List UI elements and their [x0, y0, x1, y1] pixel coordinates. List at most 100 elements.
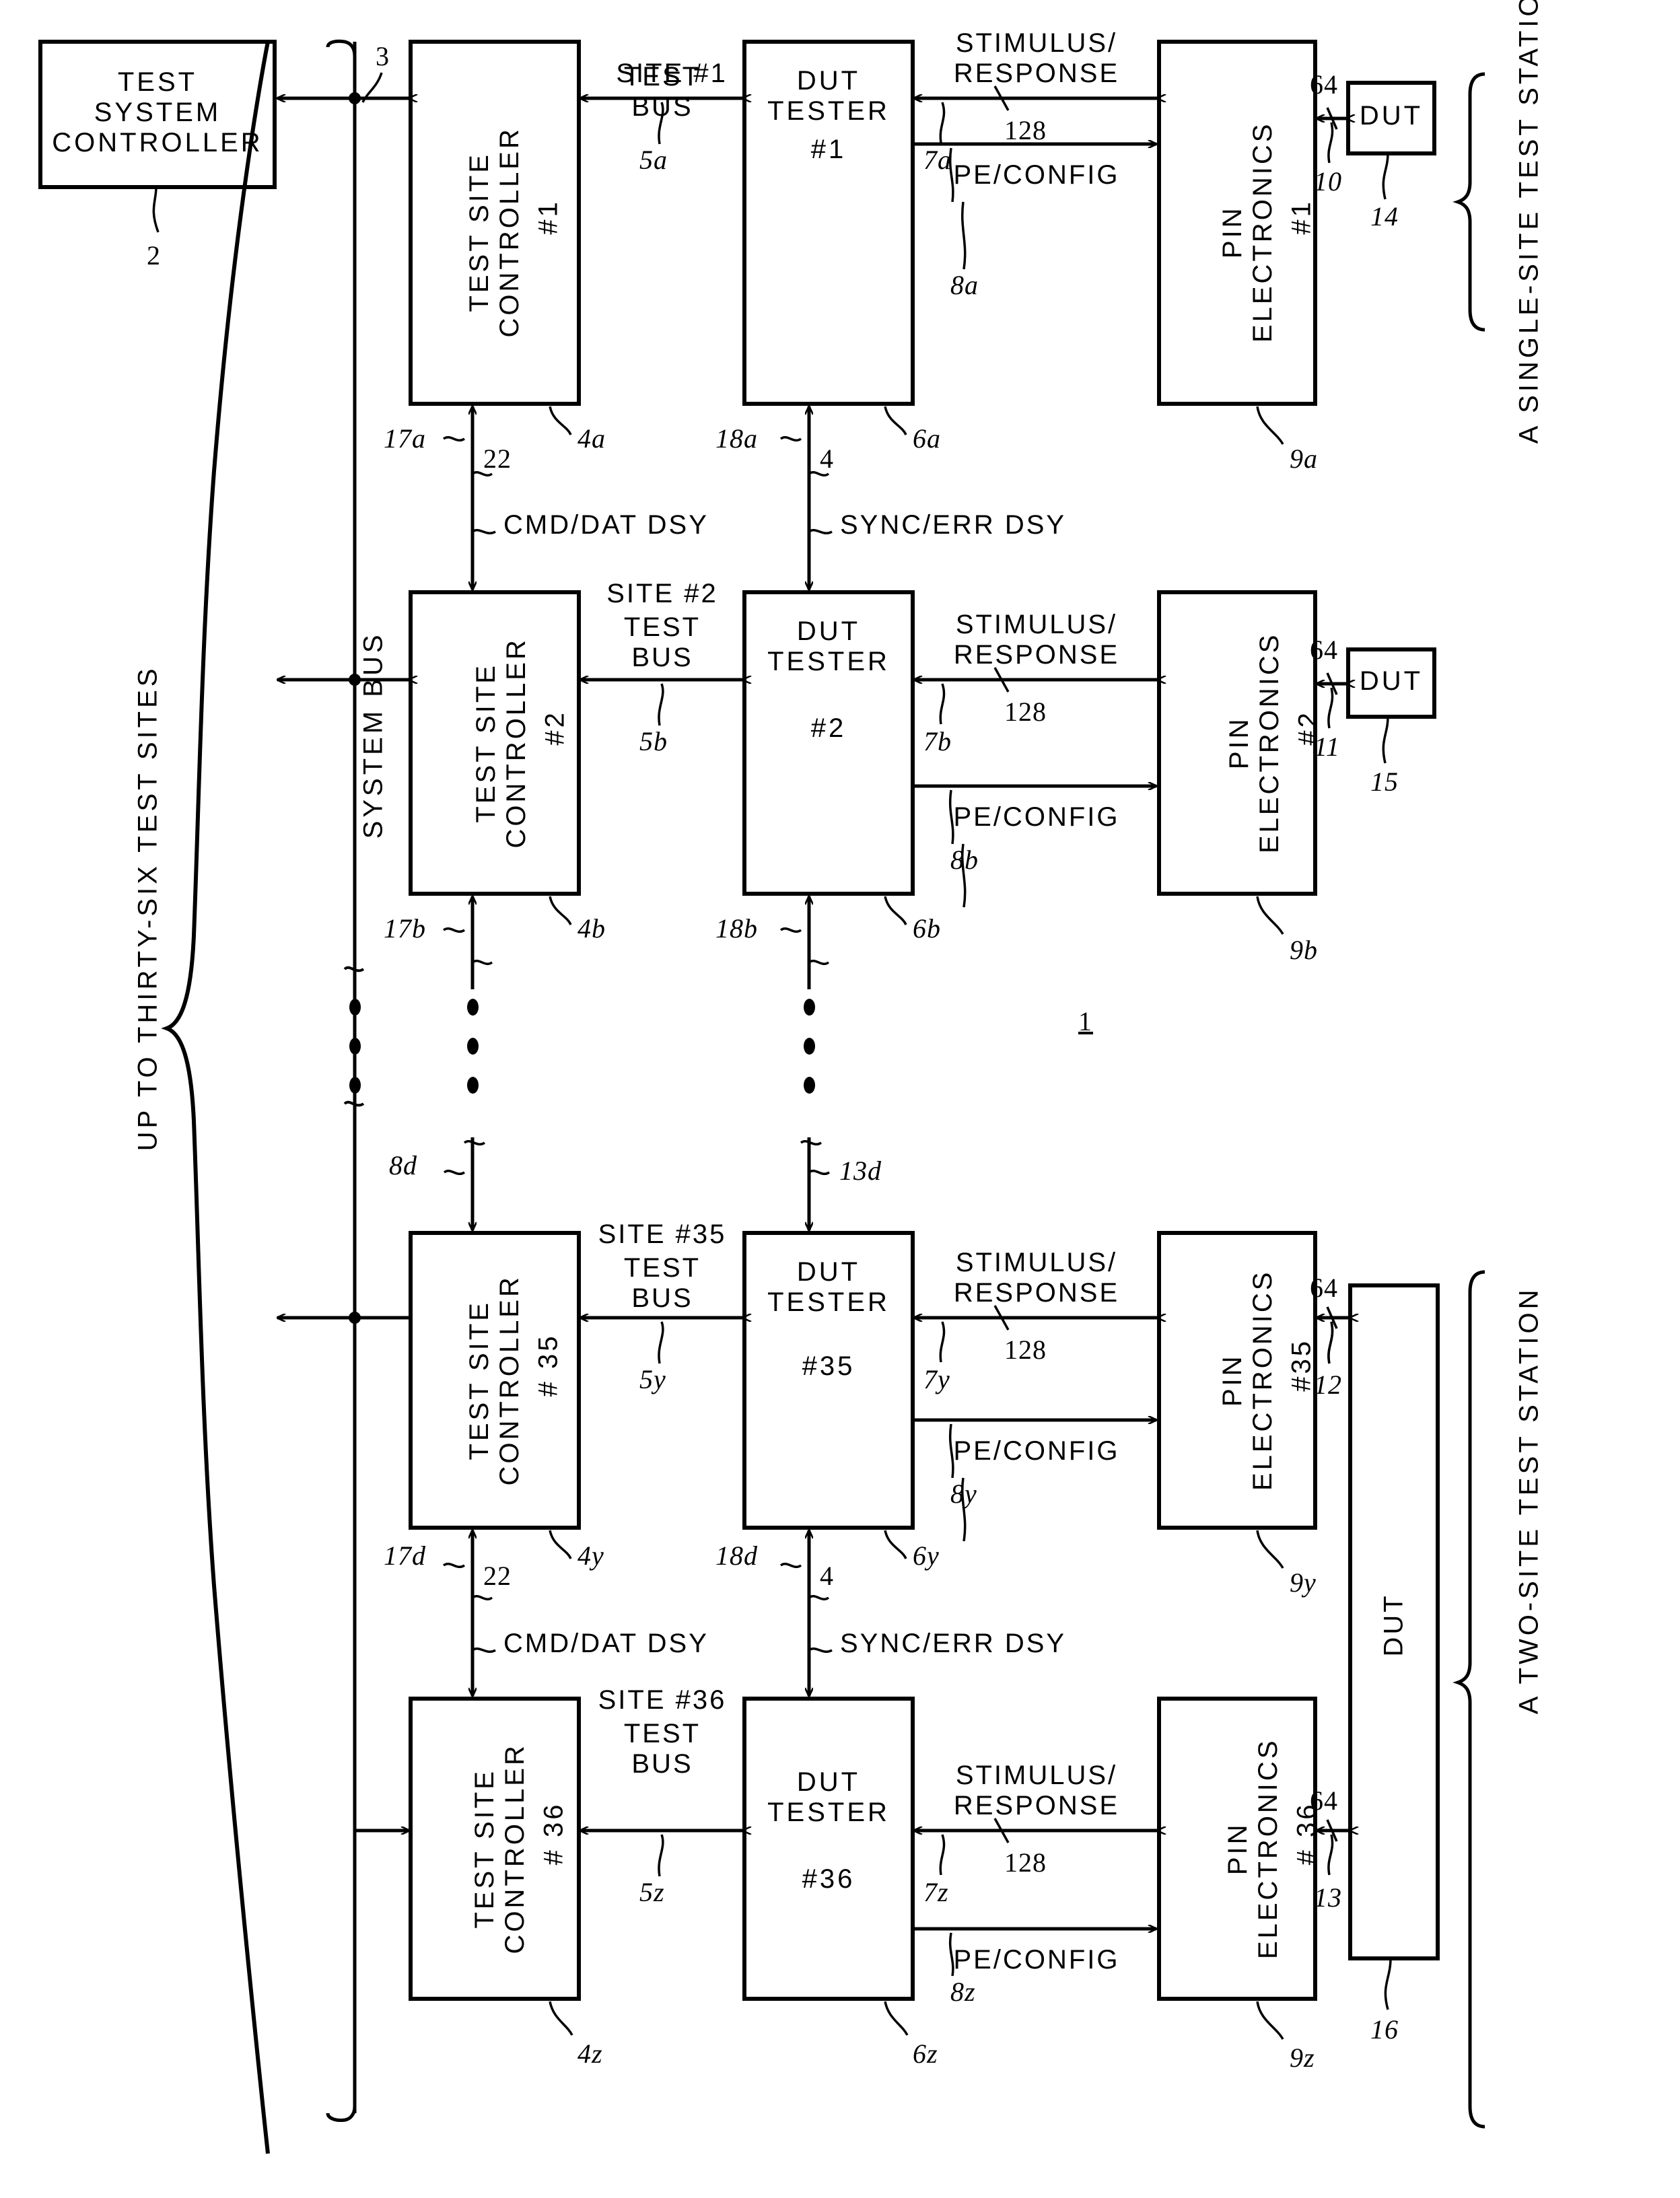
row-2-tester-ref: 6y — [913, 1540, 940, 1571]
row-1-pe-number: #2 — [1293, 710, 1323, 746]
row-1-dut-link-ref: 11 — [1314, 732, 1341, 762]
row-2-stimulus-ref: 7y — [923, 1364, 950, 1394]
row-3-stimulus-ref: 7z — [923, 1877, 949, 1907]
row-1-tester-number: #2 — [810, 713, 847, 743]
row-1-tester-label: DUT TESTER — [767, 616, 890, 676]
row-1-controller-ref: 4b — [578, 913, 606, 944]
row-2-cmd-dat-ref: 22 — [483, 1561, 512, 1591]
row-0-tester-number: #1 — [810, 135, 847, 164]
row-2-controller-label: TEST SITE CONTROLLER — [464, 1275, 524, 1486]
row-2-test-bus-ref: 5y — [639, 1364, 666, 1394]
row-3-test-bus-ref: 5z — [639, 1877, 665, 1907]
row-1-test-bus-text: TEST BUS — [623, 612, 701, 672]
row-0-cmd-dat-dsy: CMD/DAT DSY — [503, 510, 709, 540]
row-2-stimulus-width: 128 — [1004, 1335, 1047, 1365]
row-3-test-bus-text: TEST BUS — [623, 1719, 701, 1779]
ellipsis-system-bus — [349, 999, 361, 1116]
shared-dut-ref: 16 — [1370, 2014, 1399, 2045]
row-1-pe-config-label: PE/CONFIG — [953, 802, 1120, 832]
figure-number: 1 — [1078, 1006, 1093, 1036]
row-1-pe-config-ref: 8b — [950, 845, 979, 875]
row-0-tester-label: DUT TESTER — [767, 66, 890, 126]
row-2-cmd-dat-dsy: CMD/DAT DSY — [503, 1629, 709, 1658]
row-1-test-bus-ref: 5b — [639, 726, 668, 756]
row-1-site-label: SITE #2 — [606, 579, 718, 608]
patent-figure-canvas: TEST SYSTEM CONTROLLER 2 3 SYSTEM BUS UP… — [0, 0, 1680, 2198]
row-1-stimulus-ref: 7b — [923, 726, 952, 756]
row-0-stimulus-width: 128 — [1004, 115, 1047, 145]
row-0-stimulus-label: STIMULUS/ RESPONSE — [953, 28, 1120, 88]
row-2-pe-config-ref: 8y — [950, 1479, 977, 1509]
row-0-pe-config-label: PE/CONFIG — [953, 160, 1120, 190]
row-2-pe-config-label: PE/CONFIG — [953, 1436, 1120, 1466]
ellipsis-tester-column — [804, 999, 815, 1116]
row-2-sync-err-ref: 4 — [820, 1561, 834, 1591]
row-0-sync-err-dsy: SYNC/ERR DSY — [840, 510, 1067, 540]
row-0-cmd-in-ref: 17a — [384, 423, 426, 454]
row-2-tester-number: #35 — [802, 1351, 855, 1381]
row-2-stimulus-label: STIMULUS/ RESPONSE — [953, 1248, 1120, 1308]
system-bus-label: SYSTEM BUS — [358, 631, 388, 839]
row-0-dut-width: 64 — [1310, 69, 1338, 100]
row-3-pe-label: PIN ELECTRONICS — [1223, 1738, 1283, 1960]
row-1-pe-ref: 9b — [1290, 935, 1318, 965]
row-3-site-label: SITE #36 — [598, 1685, 727, 1715]
row-0-controller-ref: 4a — [578, 423, 606, 454]
row-0-dut-ref: 14 — [1370, 201, 1399, 232]
row-3-tester-ref: 6z — [913, 2039, 938, 2069]
row-3-controller-number: # 36 — [538, 1802, 569, 1866]
row-3-pe-ref: 9z — [1290, 2043, 1315, 2073]
row-2-sync-err-dsy: SYNC/ERR DSY — [840, 1629, 1067, 1658]
row-0-test-bus-ref: 5a — [639, 145, 668, 175]
row-3-dut-width: 64 — [1310, 1785, 1338, 1816]
row-1-cmd-in-ref: 17b — [384, 913, 426, 944]
row-1-sync-in-ref: 18b — [715, 913, 758, 944]
row-0-pe-ref: 9a — [1290, 444, 1318, 474]
row-2-cmd-in-ref: 17d — [384, 1540, 426, 1571]
row-2-site-label: SITE #35 — [598, 1219, 727, 1249]
row-1-controller-number: #2 — [540, 710, 570, 746]
shared-dut-label: DUT — [1378, 1593, 1409, 1657]
single-site-station-label: A SINGLE-SITE TEST STATION — [1514, 0, 1544, 444]
row-0-sync-in-ref: 18a — [715, 423, 758, 454]
row-0-controller-number: #1 — [533, 199, 563, 235]
row-3-pe-config-label: PE/CONFIG — [953, 1945, 1120, 1975]
test-system-controller-box-label: TEST SYSTEM CONTROLLER — [52, 67, 263, 157]
row-3-controller-label: TEST SITE CONTROLLER — [470, 1743, 530, 1954]
row-2-test-bus-text: TEST BUS — [623, 1253, 701, 1313]
row-0-sync-err-ref: 4 — [820, 444, 834, 474]
ref-3: 3 — [376, 41, 390, 71]
row-0-dut-label: DUT — [1359, 101, 1424, 131]
row-1-stimulus-label: STIMULUS/ RESPONSE — [953, 610, 1120, 670]
up-to-test-sites-label: UP TO THIRTY-SIX TEST SITES — [133, 665, 163, 1151]
ellipsis-controller-column — [467, 999, 479, 1116]
row-3-stimulus-label: STIMULUS/ RESPONSE — [953, 1761, 1120, 1820]
row-2-dut-width: 64 — [1310, 1273, 1338, 1303]
row-3-stimulus-width: 128 — [1004, 1847, 1047, 1878]
row-2-dut-link-ref: 12 — [1314, 1370, 1342, 1400]
two-site-station-label: A TWO-SITE TEST STATION — [1514, 1286, 1544, 1715]
row-2-pe-ref: 9y — [1290, 1567, 1317, 1598]
row-1-dut-label: DUT — [1359, 666, 1424, 696]
row-0-cmd-dat-ref: 22 — [483, 444, 512, 474]
row-0-controller-title: TEST SITE CONTROLLER — [464, 127, 524, 338]
row-1-stimulus-width: 128 — [1004, 697, 1047, 727]
row-1-controller-label: TEST SITE CONTROLLER — [471, 637, 531, 849]
ref-13d: 13d — [839, 1156, 882, 1186]
row-0-test-bus-text: TEST BUS — [623, 62, 701, 122]
row-3-pe-config-ref: 8z — [950, 1977, 976, 2007]
row-1-tester-ref: 6b — [913, 913, 941, 944]
row-3-dut-link-ref: 13 — [1314, 1882, 1342, 1913]
row-0-pe-config-ref: 8a — [950, 270, 979, 300]
row-2-sync-in-ref: 18d — [715, 1540, 758, 1571]
row-3-pe-number: # 36 — [1292, 1802, 1322, 1866]
row-2-controller-ref: 4y — [578, 1540, 604, 1571]
row-2-controller-number: # 35 — [533, 1333, 563, 1397]
row-0-controller-label: TEST SITE CONTROLLER — [464, 51, 525, 413]
row-1-pe-label: PIN ELECTRONICS — [1224, 632, 1284, 854]
row-0-dut-link-ref: 10 — [1314, 166, 1342, 197]
row-2-tester-label: DUT TESTER — [767, 1257, 890, 1317]
row-1-dut-width: 64 — [1310, 635, 1338, 665]
row-2-pe-number: #35 — [1286, 1339, 1317, 1392]
ref-8d: 8d — [389, 1150, 417, 1180]
